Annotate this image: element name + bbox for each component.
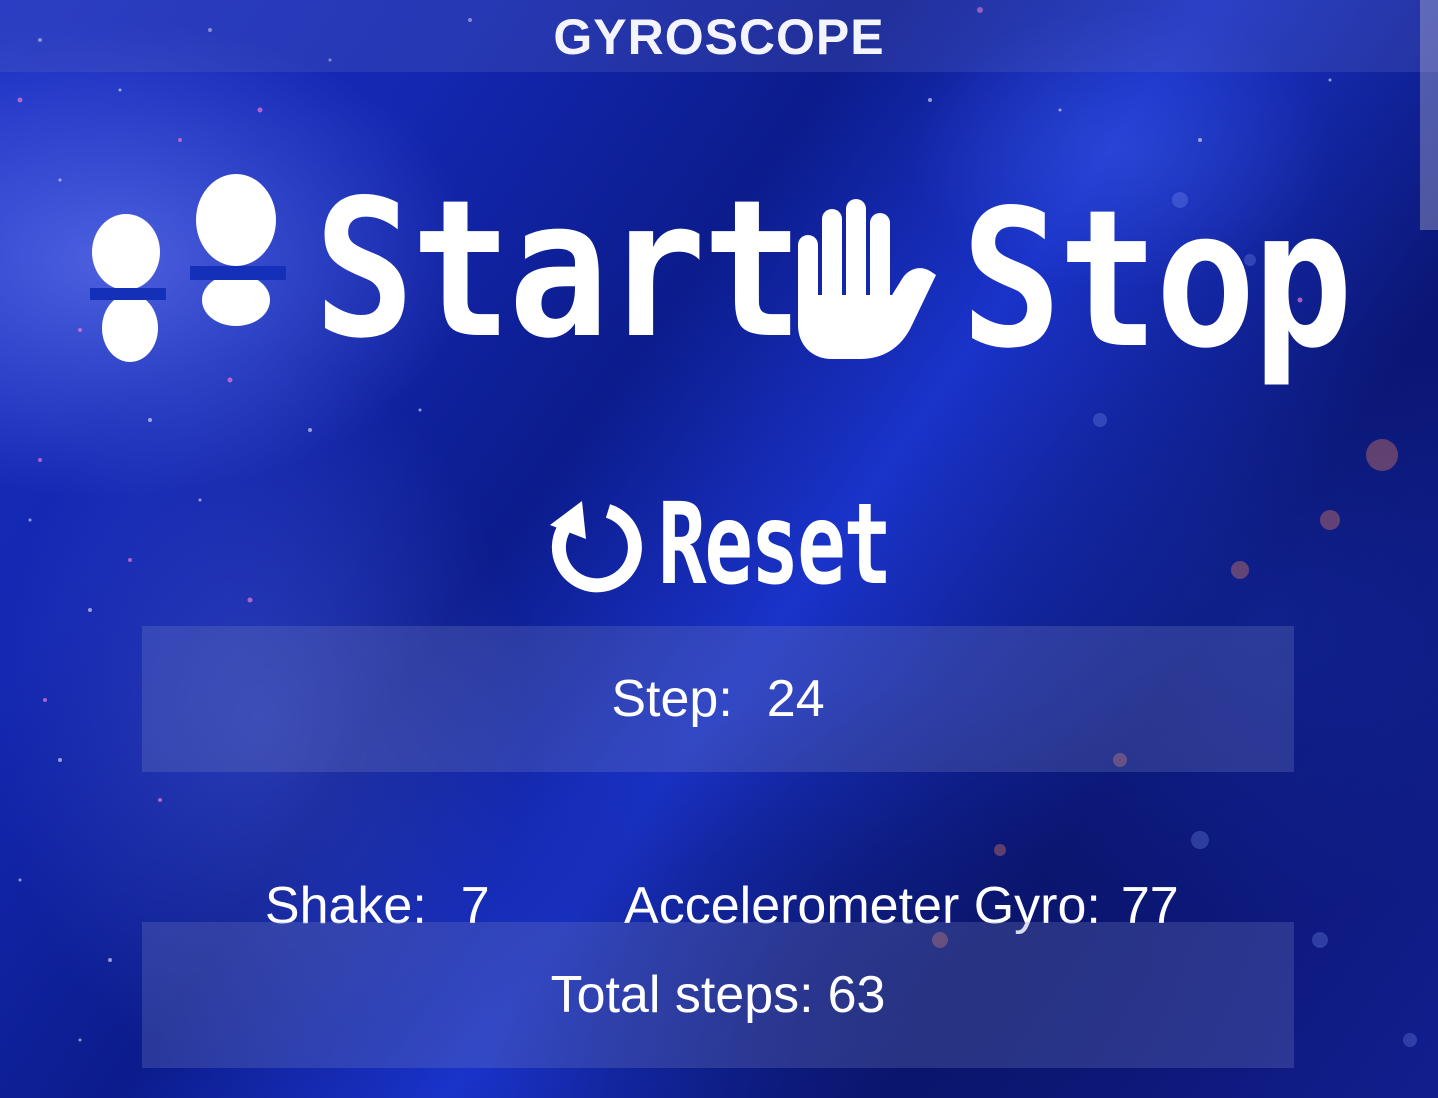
- footprints-icon: [90, 174, 286, 362]
- hand-icon: [798, 199, 936, 359]
- scrollbar[interactable]: [1420, 0, 1438, 230]
- refresh-icon: [550, 501, 642, 593]
- total-steps-label: Total steps:: [550, 966, 814, 1024]
- step-panel: Step: 24: [142, 626, 1294, 772]
- total-steps-panel: Total steps: 63: [142, 922, 1294, 1068]
- shake-stat: Shake: 7: [236, 816, 490, 936]
- step-label: Step:: [611, 670, 733, 728]
- gyro-stat: Accelerometer Gyro: 77: [598, 816, 1179, 936]
- reset-button[interactable]: Reset: [546, 480, 980, 610]
- start-button[interactable]: Start: [86, 170, 866, 370]
- stop-label: Stop: [961, 169, 1353, 390]
- stop-button[interactable]: Stop: [792, 180, 1403, 380]
- start-label: Start: [314, 159, 803, 380]
- total-steps-count: 63: [827, 966, 886, 1024]
- app-title: GYROSCOPE: [553, 9, 885, 65]
- step-count: 24: [766, 670, 825, 728]
- reset-label: Reset: [658, 480, 892, 610]
